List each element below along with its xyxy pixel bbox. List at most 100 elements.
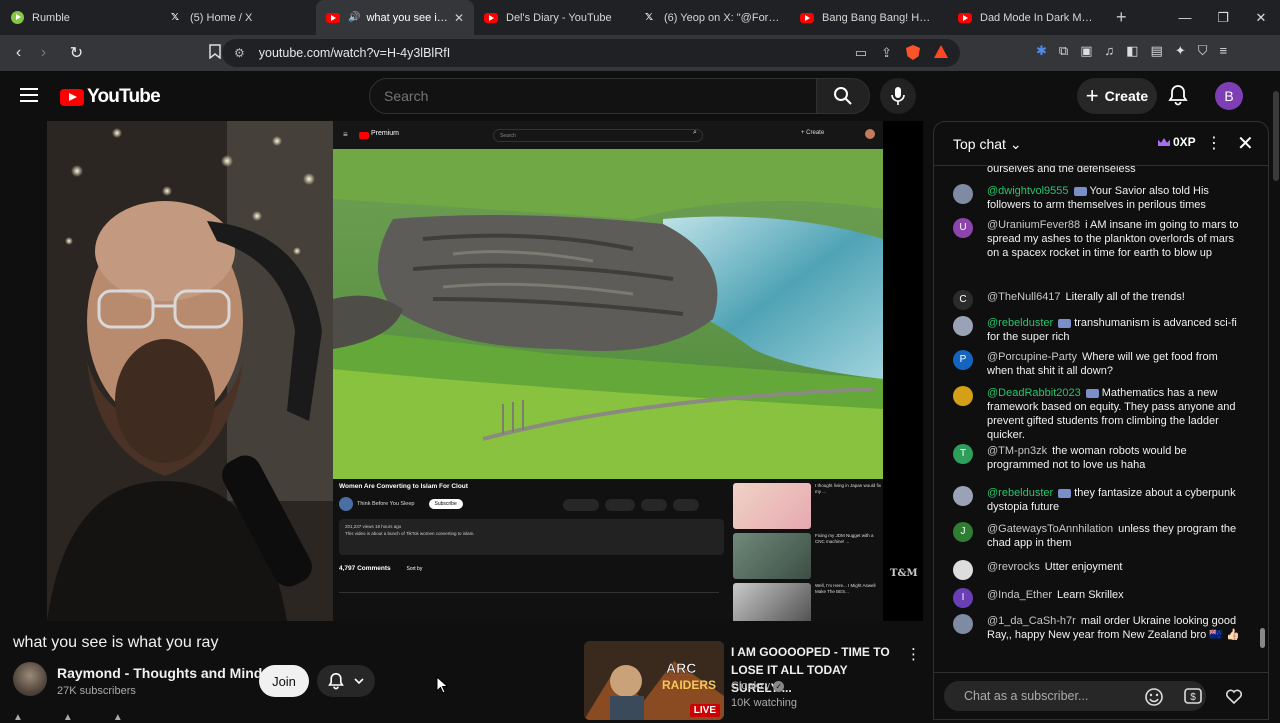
subscription-bell-button[interactable] bbox=[317, 665, 375, 697]
chat-username[interactable]: @rebelduster bbox=[987, 487, 1053, 499]
chat-message[interactable]: @revrocks Utter enjoyment bbox=[953, 560, 1243, 580]
chat-username[interactable]: @Inda_Ether bbox=[987, 589, 1052, 601]
tab-x-yeop[interactable]: 𝕏 (6) Yeop on X: "@Forsaken bbox=[632, 0, 790, 35]
chat-username[interactable]: @GatewaysToAnnhilation bbox=[987, 523, 1113, 535]
chat-message[interactable]: @1_da_CaSh-h7r mail order Ukraine looking… bbox=[953, 614, 1243, 642]
chat-message[interactable]: J @GatewaysToAnnhilation unless they progr… bbox=[953, 522, 1243, 550]
chat-scrollbar[interactable] bbox=[1259, 166, 1267, 664]
tab-dels-diary[interactable]: Del's Diary - YouTube bbox=[474, 0, 632, 35]
share-icon[interactable]: ⇪ bbox=[881, 45, 892, 61]
share-icon[interactable]: ▲ bbox=[63, 712, 73, 723]
new-tab-button[interactable]: + bbox=[1116, 7, 1127, 28]
chat-avatar[interactable] bbox=[953, 184, 973, 204]
like-icon[interactable]: ▲ bbox=[13, 712, 23, 723]
chat-username[interactable]: @dwightvol9555 bbox=[987, 185, 1069, 197]
chat-username[interactable]: @Porcupine-Party bbox=[987, 351, 1077, 363]
site-settings-icon[interactable]: ⚙ bbox=[234, 46, 245, 60]
chat-avatar[interactable] bbox=[953, 386, 973, 406]
search-box[interactable] bbox=[369, 78, 817, 114]
super-chat-icon[interactable]: $ bbox=[1183, 686, 1203, 706]
extension-icon[interactable]: ✱ bbox=[1036, 43, 1047, 59]
tab-rumble[interactable]: Rumble bbox=[0, 0, 158, 35]
minimize-icon[interactable]: — bbox=[1166, 10, 1204, 25]
chat-avatar[interactable]: T bbox=[953, 444, 973, 464]
youtube-logo[interactable]: YouTube bbox=[60, 86, 161, 108]
chat-message[interactable]: I @Inda_Ether Learn Skrillex bbox=[953, 588, 1243, 608]
chat-avatar[interactable] bbox=[953, 560, 973, 580]
chat-message[interactable]: @rebelduster transhumanism is advanced sc… bbox=[953, 316, 1243, 344]
search-button[interactable] bbox=[816, 78, 870, 114]
menu-icon[interactable]: ≡ bbox=[1220, 43, 1228, 59]
chat-mode-dropdown[interactable]: Top chat ⌄ bbox=[953, 136, 1022, 153]
chat-username[interactable]: @rebelduster bbox=[987, 317, 1053, 329]
chat-username[interactable]: @TM-pn3zk bbox=[987, 445, 1047, 457]
chat-message[interactable]: U @UraniumFever88 i AM insane im going to … bbox=[953, 218, 1243, 260]
chat-avatar[interactable]: I bbox=[953, 588, 973, 608]
chat-message[interactable]: @rebelduster they fantasize about a cyber… bbox=[953, 486, 1243, 514]
sidebar-icon[interactable]: ◧ bbox=[1126, 43, 1138, 59]
heart-icon[interactable] bbox=[1224, 686, 1244, 706]
wallet-icon[interactable]: ▣ bbox=[1080, 43, 1092, 59]
notifications-button[interactable] bbox=[1168, 84, 1188, 111]
more-options-icon[interactable]: ⋮ bbox=[906, 645, 921, 663]
maximize-icon[interactable]: ❐ bbox=[1204, 10, 1242, 26]
account-avatar[interactable]: B bbox=[1215, 82, 1243, 110]
brave-shields-icon[interactable] bbox=[906, 45, 920, 60]
page-scroll-thumb[interactable] bbox=[1273, 91, 1279, 181]
emoji-icon[interactable] bbox=[1144, 687, 1164, 707]
search-input[interactable] bbox=[384, 88, 784, 104]
close-tab-icon[interactable]: ✕ bbox=[454, 11, 464, 25]
music-icon[interactable]: ♫ bbox=[1105, 43, 1115, 59]
chat-username[interactable]: @DeadRabbit2023 bbox=[987, 387, 1081, 399]
tab-current-video[interactable]: 🔊 what you see is wh ✕ bbox=[316, 0, 474, 35]
tab-dad-mode[interactable]: Dad Mode In Dark Mode bbox=[948, 0, 1106, 35]
video-player[interactable]: ≡ Premium Search ⌕ + Create Women Are Co… bbox=[47, 121, 923, 621]
chat-avatar[interactable] bbox=[953, 486, 973, 506]
brave-rewards-icon[interactable] bbox=[934, 45, 948, 58]
leo-ai-icon[interactable]: ✦ bbox=[1175, 43, 1186, 59]
chat-avatar[interactable]: P bbox=[953, 350, 973, 370]
chat-scroll-thumb[interactable] bbox=[1260, 628, 1265, 648]
url-field[interactable]: ⚙ youtube.com/watch?v=H-4y3lBlRfI ▭ ⇪ bbox=[222, 39, 960, 67]
chat-message[interactable]: P @Porcupine-Party Where will we get food … bbox=[953, 350, 1243, 378]
forward-icon[interactable]: › bbox=[31, 44, 56, 62]
chat-message[interactable]: @dwightvol9555 Your Savior also told His … bbox=[953, 184, 1243, 212]
chat-message-text: Literally all of the trends! bbox=[1065, 291, 1185, 303]
back-icon[interactable]: ‹ bbox=[6, 44, 31, 62]
voice-search-button[interactable] bbox=[880, 78, 916, 114]
menu-icon[interactable] bbox=[20, 88, 38, 102]
create-button[interactable]: + Create bbox=[1077, 78, 1157, 114]
chat-username[interactable]: @revrocks bbox=[987, 561, 1040, 573]
join-button[interactable]: Join bbox=[259, 665, 309, 697]
tab-x-home[interactable]: 𝕏 (5) Home / X bbox=[158, 0, 316, 35]
chat-message[interactable]: T @TM-pn3zk the woman robots would be prog… bbox=[953, 444, 1243, 472]
chat-username[interactable]: @TheNull6417 bbox=[987, 291, 1061, 303]
chat-input[interactable]: Chat as a subscriber... bbox=[944, 681, 1206, 711]
chat-more-icon[interactable]: ⋮ bbox=[1206, 133, 1222, 153]
chat-avatar[interactable]: U bbox=[953, 218, 973, 238]
puzzle-icon[interactable]: ⧉ bbox=[1059, 43, 1068, 59]
xp-badge[interactable]: 0XP bbox=[1158, 135, 1196, 149]
tab-bang-bang[interactable]: Bang Bang Bang! HD - You bbox=[790, 0, 948, 35]
chat-avatar[interactable] bbox=[953, 614, 973, 634]
live-thumbnail[interactable]: ARC RAIDERS LIVE bbox=[584, 641, 724, 720]
chat-avatar[interactable] bbox=[953, 316, 973, 336]
page-scrollbar[interactable] bbox=[1272, 71, 1280, 720]
chat-avatar[interactable]: C bbox=[953, 290, 973, 310]
close-chat-icon[interactable]: ✕ bbox=[1237, 131, 1254, 156]
live-channel[interactable]: Cloakzy ✓ bbox=[731, 680, 785, 692]
reload-icon[interactable]: ↻ bbox=[64, 43, 89, 63]
chat-message[interactable]: C @TheNull6417 Literally all of the trends… bbox=[953, 290, 1243, 310]
wallet-app-icon[interactable]: ▤ bbox=[1151, 43, 1163, 59]
channel-name[interactable]: Raymond - Thoughts and Mind bbox=[57, 665, 262, 681]
chat-username[interactable]: @1_da_CaSh-h7r bbox=[987, 615, 1076, 627]
chat-message[interactable]: @DeadRabbit2023 Mathematics has a new fra… bbox=[953, 386, 1243, 442]
chat-username[interactable]: @UraniumFever88 bbox=[987, 219, 1080, 231]
cast-icon[interactable]: ▭ bbox=[855, 45, 867, 61]
chat-avatar[interactable]: J bbox=[953, 522, 973, 542]
close-window-icon[interactable]: ✕ bbox=[1242, 10, 1280, 26]
audio-playing-icon[interactable]: 🔊 bbox=[348, 12, 360, 23]
vpn-icon[interactable]: ⛉ bbox=[1198, 43, 1208, 59]
channel-avatar[interactable] bbox=[13, 662, 47, 696]
clip-icon[interactable]: ▲ bbox=[113, 712, 123, 723]
